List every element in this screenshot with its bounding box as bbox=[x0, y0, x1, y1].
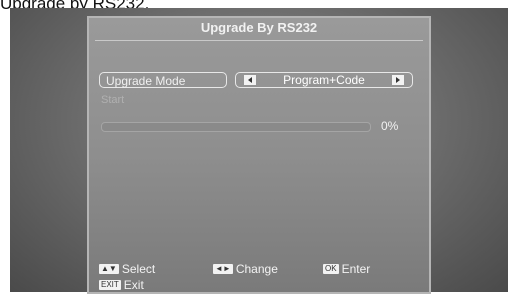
help-change-label: Change bbox=[235, 262, 278, 276]
right-arrow-icon[interactable] bbox=[392, 75, 404, 85]
dialog-title: Upgrade By RS232 bbox=[200, 20, 318, 35]
start-item[interactable]: Start bbox=[101, 94, 124, 106]
help-bar: ▲▼ Select ◄► Change OK Enter EXIT Exit bbox=[99, 262, 419, 298]
left-right-key-icon: ◄► bbox=[213, 264, 233, 274]
ok-key-icon: OK bbox=[323, 264, 339, 274]
help-exit-label: Exit bbox=[123, 278, 144, 292]
tv-screen: Upgrade By RS232 Upgrade Mode Program+Co… bbox=[10, 8, 508, 294]
upgrade-dialog: Upgrade By RS232 Upgrade Mode Program+Co… bbox=[87, 16, 431, 294]
help-enter: OK Enter bbox=[323, 262, 370, 276]
title-divider bbox=[95, 40, 423, 41]
exit-key-icon: EXIT bbox=[99, 280, 121, 290]
progress-percent: 0% bbox=[381, 119, 399, 133]
upgrade-mode-row[interactable]: Upgrade Mode Program+Code bbox=[99, 72, 415, 90]
upgrade-mode-selector[interactable]: Program+Code bbox=[235, 72, 413, 88]
help-enter-label: Enter bbox=[341, 262, 371, 276]
help-select: ▲▼ Select bbox=[99, 262, 155, 276]
left-arrow-icon[interactable] bbox=[244, 75, 256, 85]
up-down-key-icon: ▲▼ bbox=[99, 264, 119, 274]
upgrade-mode-label: Upgrade Mode bbox=[99, 72, 227, 88]
help-exit: EXIT Exit bbox=[99, 278, 144, 292]
help-change: ◄► Change bbox=[213, 262, 278, 276]
upgrade-mode-value: Program+Code bbox=[283, 73, 365, 87]
upgrade-progress-bar bbox=[101, 122, 371, 132]
help-select-label: Select bbox=[121, 262, 156, 276]
